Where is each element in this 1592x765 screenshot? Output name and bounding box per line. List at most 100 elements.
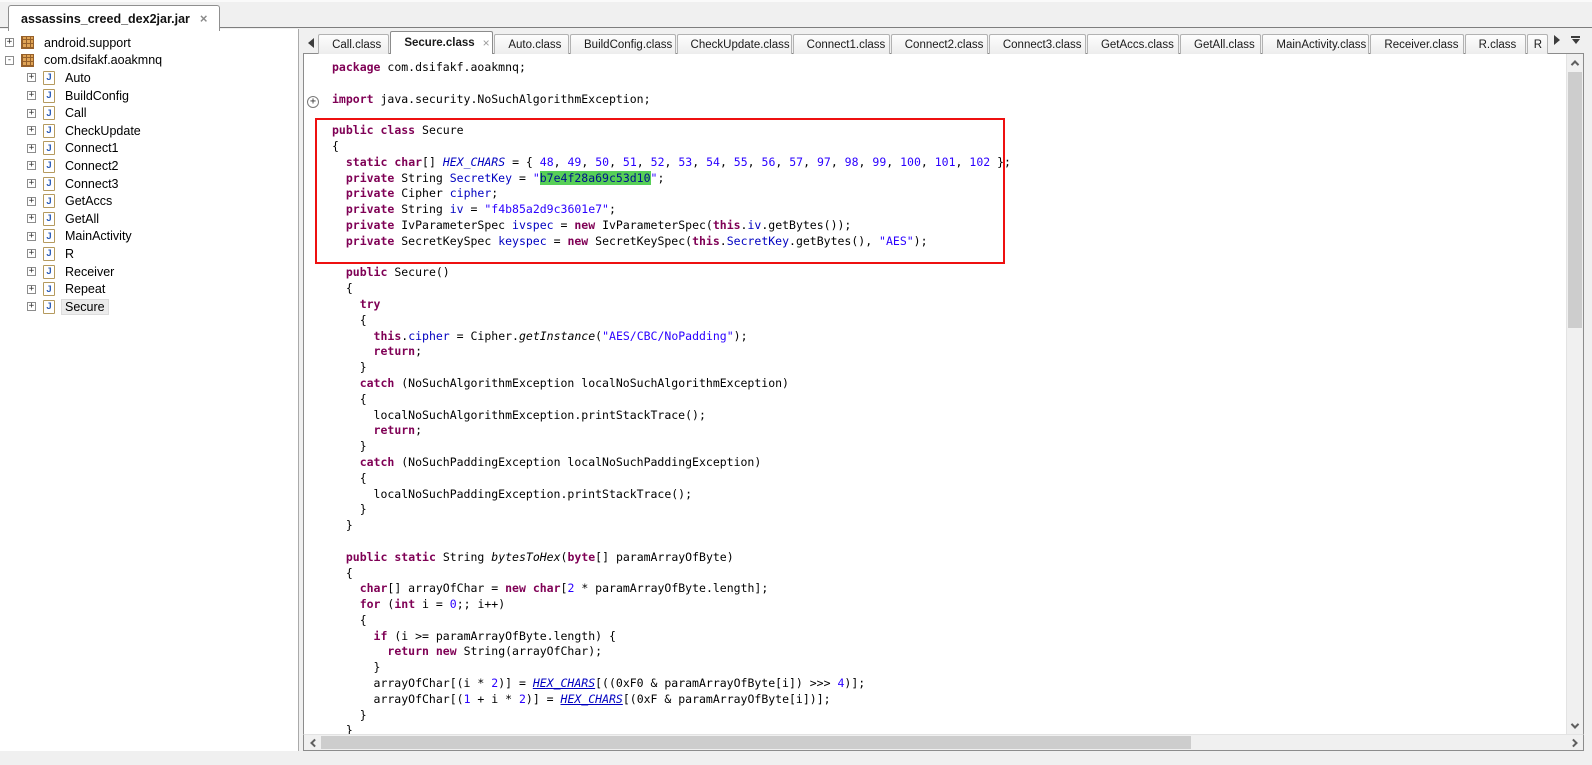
editor-tab-Receiver.class[interactable]: Receiver.class bbox=[1370, 34, 1463, 54]
java-class-icon: J bbox=[43, 141, 55, 155]
tab-scroll-left-button[interactable] bbox=[304, 33, 318, 53]
tree-item-GetAll[interactable]: +JGetAll bbox=[0, 210, 298, 228]
code-line: char[] arrayOfChar = new char[2 * paramA… bbox=[332, 581, 1566, 597]
vertical-scroll-thumb[interactable] bbox=[1568, 72, 1582, 328]
editor-tab-Auto.class[interactable]: Auto.class bbox=[494, 34, 569, 54]
tree-item-R[interactable]: +JR bbox=[0, 245, 298, 263]
tree-item-MainActivity[interactable]: +JMainActivity bbox=[0, 228, 298, 246]
scroll-right-button[interactable] bbox=[1566, 735, 1583, 750]
tree-item-label: CheckUpdate bbox=[62, 124, 144, 138]
scroll-down-button[interactable] bbox=[1567, 717, 1583, 734]
expand-icon[interactable]: + bbox=[27, 179, 36, 188]
code-line: { bbox=[332, 281, 1566, 297]
code-line: } bbox=[332, 502, 1566, 518]
jar-file-tab-label: assassins_creed_dex2jar.jar bbox=[21, 12, 190, 26]
expand-icon[interactable]: + bbox=[27, 144, 36, 153]
editor-tab-Secure.class[interactable]: Secure.class × bbox=[390, 31, 493, 54]
expand-icon[interactable]: + bbox=[27, 285, 36, 294]
code-line: { bbox=[332, 139, 1566, 155]
code-line: { bbox=[332, 471, 1566, 487]
tree-item-Connect3[interactable]: +JConnect3 bbox=[0, 175, 298, 193]
vertical-scrollbar[interactable] bbox=[1566, 54, 1583, 734]
window-tab-strip: assassins_creed_dex2jar.jar × bbox=[0, 0, 1592, 28]
code-line: public Secure() bbox=[332, 265, 1566, 281]
collapse-icon[interactable]: - bbox=[5, 56, 14, 65]
code-line: private IvParameterSpec ivspec = new IvP… bbox=[332, 218, 1566, 234]
chevron-down-icon bbox=[1571, 720, 1579, 728]
editor-tab-label: Secure.class bbox=[404, 37, 474, 49]
tree-root-com.dsifakf.aoakmnq[interactable]: -com.dsifakf.aoakmnq bbox=[0, 52, 298, 70]
tree-item-Receiver[interactable]: + J Receiver bbox=[0, 263, 298, 281]
editor-tab-R.class[interactable]: R.class bbox=[1465, 34, 1526, 54]
code-line: { bbox=[332, 313, 1566, 329]
tree-item-label: BuildConfig bbox=[62, 89, 132, 103]
jar-file-tab[interactable]: assassins_creed_dex2jar.jar × bbox=[8, 5, 220, 31]
code-line: private String SecretKey = "b7e4f28a69c5… bbox=[332, 171, 1566, 187]
tree-item-Repeat[interactable]: +JRepeat bbox=[0, 280, 298, 298]
tree-item-label: Auto bbox=[62, 71, 94, 85]
package-icon bbox=[21, 36, 34, 49]
expand-icon[interactable]: + bbox=[27, 302, 36, 311]
tree-item-Connect1[interactable]: +JConnect1 bbox=[0, 140, 298, 158]
expand-icon[interactable]: + bbox=[27, 73, 36, 82]
expand-icon[interactable]: + bbox=[27, 109, 36, 118]
java-class-icon: J bbox=[43, 265, 55, 279]
code-line: { bbox=[332, 613, 1566, 629]
editor-tab-Connect2.class[interactable]: Connect2.class bbox=[891, 34, 988, 54]
close-icon[interactable]: × bbox=[200, 12, 208, 25]
editor-tab-MainActivity.class[interactable]: MainActivity.class bbox=[1262, 34, 1369, 54]
editor-tab-BuildConfig.class[interactable]: BuildConfig.class bbox=[570, 34, 676, 54]
java-class-icon: J bbox=[43, 106, 55, 120]
tab-scroll-right-button[interactable] bbox=[1549, 30, 1565, 50]
code-line: } bbox=[332, 360, 1566, 376]
expand-icon[interactable]: + bbox=[27, 161, 36, 170]
editor-tab-Call.class[interactable]: Call.class bbox=[318, 34, 389, 54]
scroll-left-button[interactable] bbox=[304, 735, 321, 750]
editor-tab-GetAccs.class[interactable]: GetAccs.class bbox=[1087, 34, 1179, 54]
code-view: package com.dsifakf.aoakmnq; import java… bbox=[304, 54, 1566, 734]
editor-tab-Connect1.class[interactable]: Connect1.class bbox=[793, 34, 890, 54]
java-class-icon: J bbox=[43, 194, 55, 208]
code-line: localNoSuchPaddingException.printStackTr… bbox=[332, 487, 1566, 503]
expand-icon[interactable]: + bbox=[27, 249, 36, 258]
expand-icon[interactable]: + bbox=[5, 38, 14, 47]
tree-item-Auto[interactable]: +JAuto bbox=[0, 69, 298, 87]
expand-icon[interactable]: + bbox=[27, 126, 36, 135]
code-line: this.cipher = Cipher.getInstance("AES/CB… bbox=[332, 329, 1566, 345]
fold-expand-icon[interactable]: + bbox=[307, 96, 319, 108]
code-line: catch (NoSuchPaddingException localNoSuc… bbox=[332, 455, 1566, 471]
tree-item-GetAccs[interactable]: +JGetAccs bbox=[0, 192, 298, 210]
expand-icon[interactable]: + bbox=[27, 232, 36, 241]
expand-icon[interactable]: + bbox=[27, 214, 36, 223]
tree-item-BuildConfig[interactable]: + J BuildConfig bbox=[0, 87, 298, 105]
horizontal-scrollbar[interactable] bbox=[303, 734, 1584, 751]
editor-tab-Connect3.class[interactable]: Connect3.class bbox=[989, 34, 1086, 54]
editor-tab-label: Receiver.class bbox=[1384, 39, 1458, 51]
tab-list-menu-button[interactable] bbox=[1571, 36, 1580, 44]
tree-item-Connect2[interactable]: +JConnect2 bbox=[0, 157, 298, 175]
code-line bbox=[332, 250, 1566, 266]
tree-item-Secure[interactable]: +JSecure bbox=[0, 298, 298, 316]
editor-tab-label: Connect2.class bbox=[905, 39, 984, 51]
expand-icon[interactable]: + bbox=[27, 91, 36, 100]
horizontal-scroll-thumb[interactable] bbox=[321, 736, 1191, 749]
right-triangle-icon bbox=[1554, 35, 1560, 45]
editor-tab-label: R.class bbox=[1479, 39, 1517, 51]
code-line: return new String(arrayOfChar); bbox=[332, 644, 1566, 660]
code-line bbox=[332, 534, 1566, 550]
expand-icon[interactable]: + bbox=[27, 197, 36, 206]
editor-tab-CheckUpdate.class[interactable]: CheckUpdate.class bbox=[677, 34, 792, 54]
java-class-icon: J bbox=[43, 89, 55, 103]
tree-item-label: Secure bbox=[62, 300, 108, 314]
editor-body: package com.dsifakf.aoakmnq; import java… bbox=[303, 53, 1584, 734]
tree-item-label: Receiver bbox=[62, 265, 117, 279]
editor-tab-GetAll.class[interactable]: GetAll.class bbox=[1180, 34, 1261, 54]
expand-icon[interactable]: + bbox=[27, 267, 36, 276]
scroll-up-button[interactable] bbox=[1567, 54, 1583, 71]
editor-tab-R[interactable]: R bbox=[1527, 34, 1548, 54]
package-tree: +android.support-com.dsifakf.aoakmnq+JAu… bbox=[0, 29, 299, 751]
close-icon[interactable]: × bbox=[483, 37, 490, 49]
tree-item-CheckUpdate[interactable]: +JCheckUpdate bbox=[0, 122, 298, 140]
tree-item-Call[interactable]: +JCall bbox=[0, 104, 298, 122]
tree-root-android.support[interactable]: +android.support bbox=[0, 34, 298, 52]
